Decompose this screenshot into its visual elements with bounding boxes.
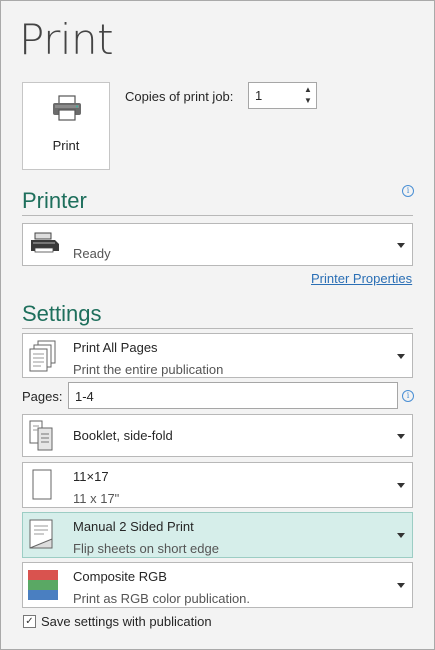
paper-size-subtitle: 11 x 17" (73, 491, 120, 506)
chevron-down-icon (397, 533, 405, 538)
page-icon (32, 469, 54, 506)
printer-device-icon (29, 231, 61, 260)
divider (22, 215, 413, 216)
rgb-color-icon (28, 570, 58, 605)
duplex-icon (29, 519, 57, 556)
info-icon[interactable]: i (402, 390, 414, 402)
print-button-label: Print (52, 138, 80, 153)
copies-stepper[interactable]: 1 ▲ ▼ (248, 82, 317, 109)
duplex-title: Manual 2 Sided Print (73, 519, 194, 534)
printer-properties-link[interactable]: Printer Properties (311, 271, 412, 286)
color-subtitle: Print as RGB color publication. (73, 591, 251, 606)
copies-value[interactable]: 1 (255, 88, 262, 103)
printer-icon (52, 95, 82, 126)
print-button[interactable]: Print (22, 82, 110, 170)
layout-dropdown[interactable]: Booklet, side-fold (22, 414, 413, 457)
pages-label: Pages: (22, 389, 63, 404)
color-title: Composite RGB (73, 569, 167, 584)
duplex-dropdown[interactable]: Manual 2 Sided Print Flip sheets on shor… (22, 512, 413, 558)
save-settings-label: Save settings with publication (41, 614, 212, 629)
increment-icon[interactable]: ▲ (303, 85, 313, 95)
paper-size-title: 11×17 (73, 469, 109, 484)
chevron-down-icon (397, 353, 405, 359)
pages-input[interactable]: 1-4 (68, 382, 398, 409)
printer-dropdown[interactable]: Ready (22, 223, 413, 266)
info-icon[interactable]: i (402, 185, 414, 197)
duplex-subtitle: Flip sheets on short edge (73, 541, 219, 556)
print-range-subtitle: Print the entire publication (73, 362, 224, 377)
color-dropdown[interactable]: Composite RGB Print as RGB color publica… (22, 562, 413, 608)
chevron-down-icon (397, 242, 405, 248)
page-title: Print (19, 15, 114, 64)
save-settings-checkbox[interactable]: ✓ (23, 615, 36, 628)
decrement-icon[interactable]: ▼ (303, 96, 313, 106)
print-range-title: Print All Pages (73, 340, 158, 355)
printer-heading: Printer (22, 188, 87, 213)
pages-value[interactable]: 1-4 (75, 389, 94, 404)
copies-label: Copies of print job: (125, 89, 234, 104)
print-range-dropdown[interactable]: Print All Pages Print the entire publica… (22, 333, 413, 378)
chevron-down-icon (397, 583, 405, 588)
chevron-down-icon (397, 433, 405, 439)
printer-status: Ready (73, 246, 111, 261)
divider (22, 328, 413, 329)
layout-title: Booklet, side-fold (73, 428, 173, 443)
booklet-icon (29, 420, 55, 457)
chevron-down-icon (397, 483, 405, 488)
settings-heading: Settings (22, 301, 102, 326)
print-panel: Print Print Copies of print job: 1 ▲ ▼ P… (0, 0, 435, 650)
pages-icon (29, 340, 59, 377)
paper-size-dropdown[interactable]: 11×17 11 x 17" (22, 462, 413, 508)
